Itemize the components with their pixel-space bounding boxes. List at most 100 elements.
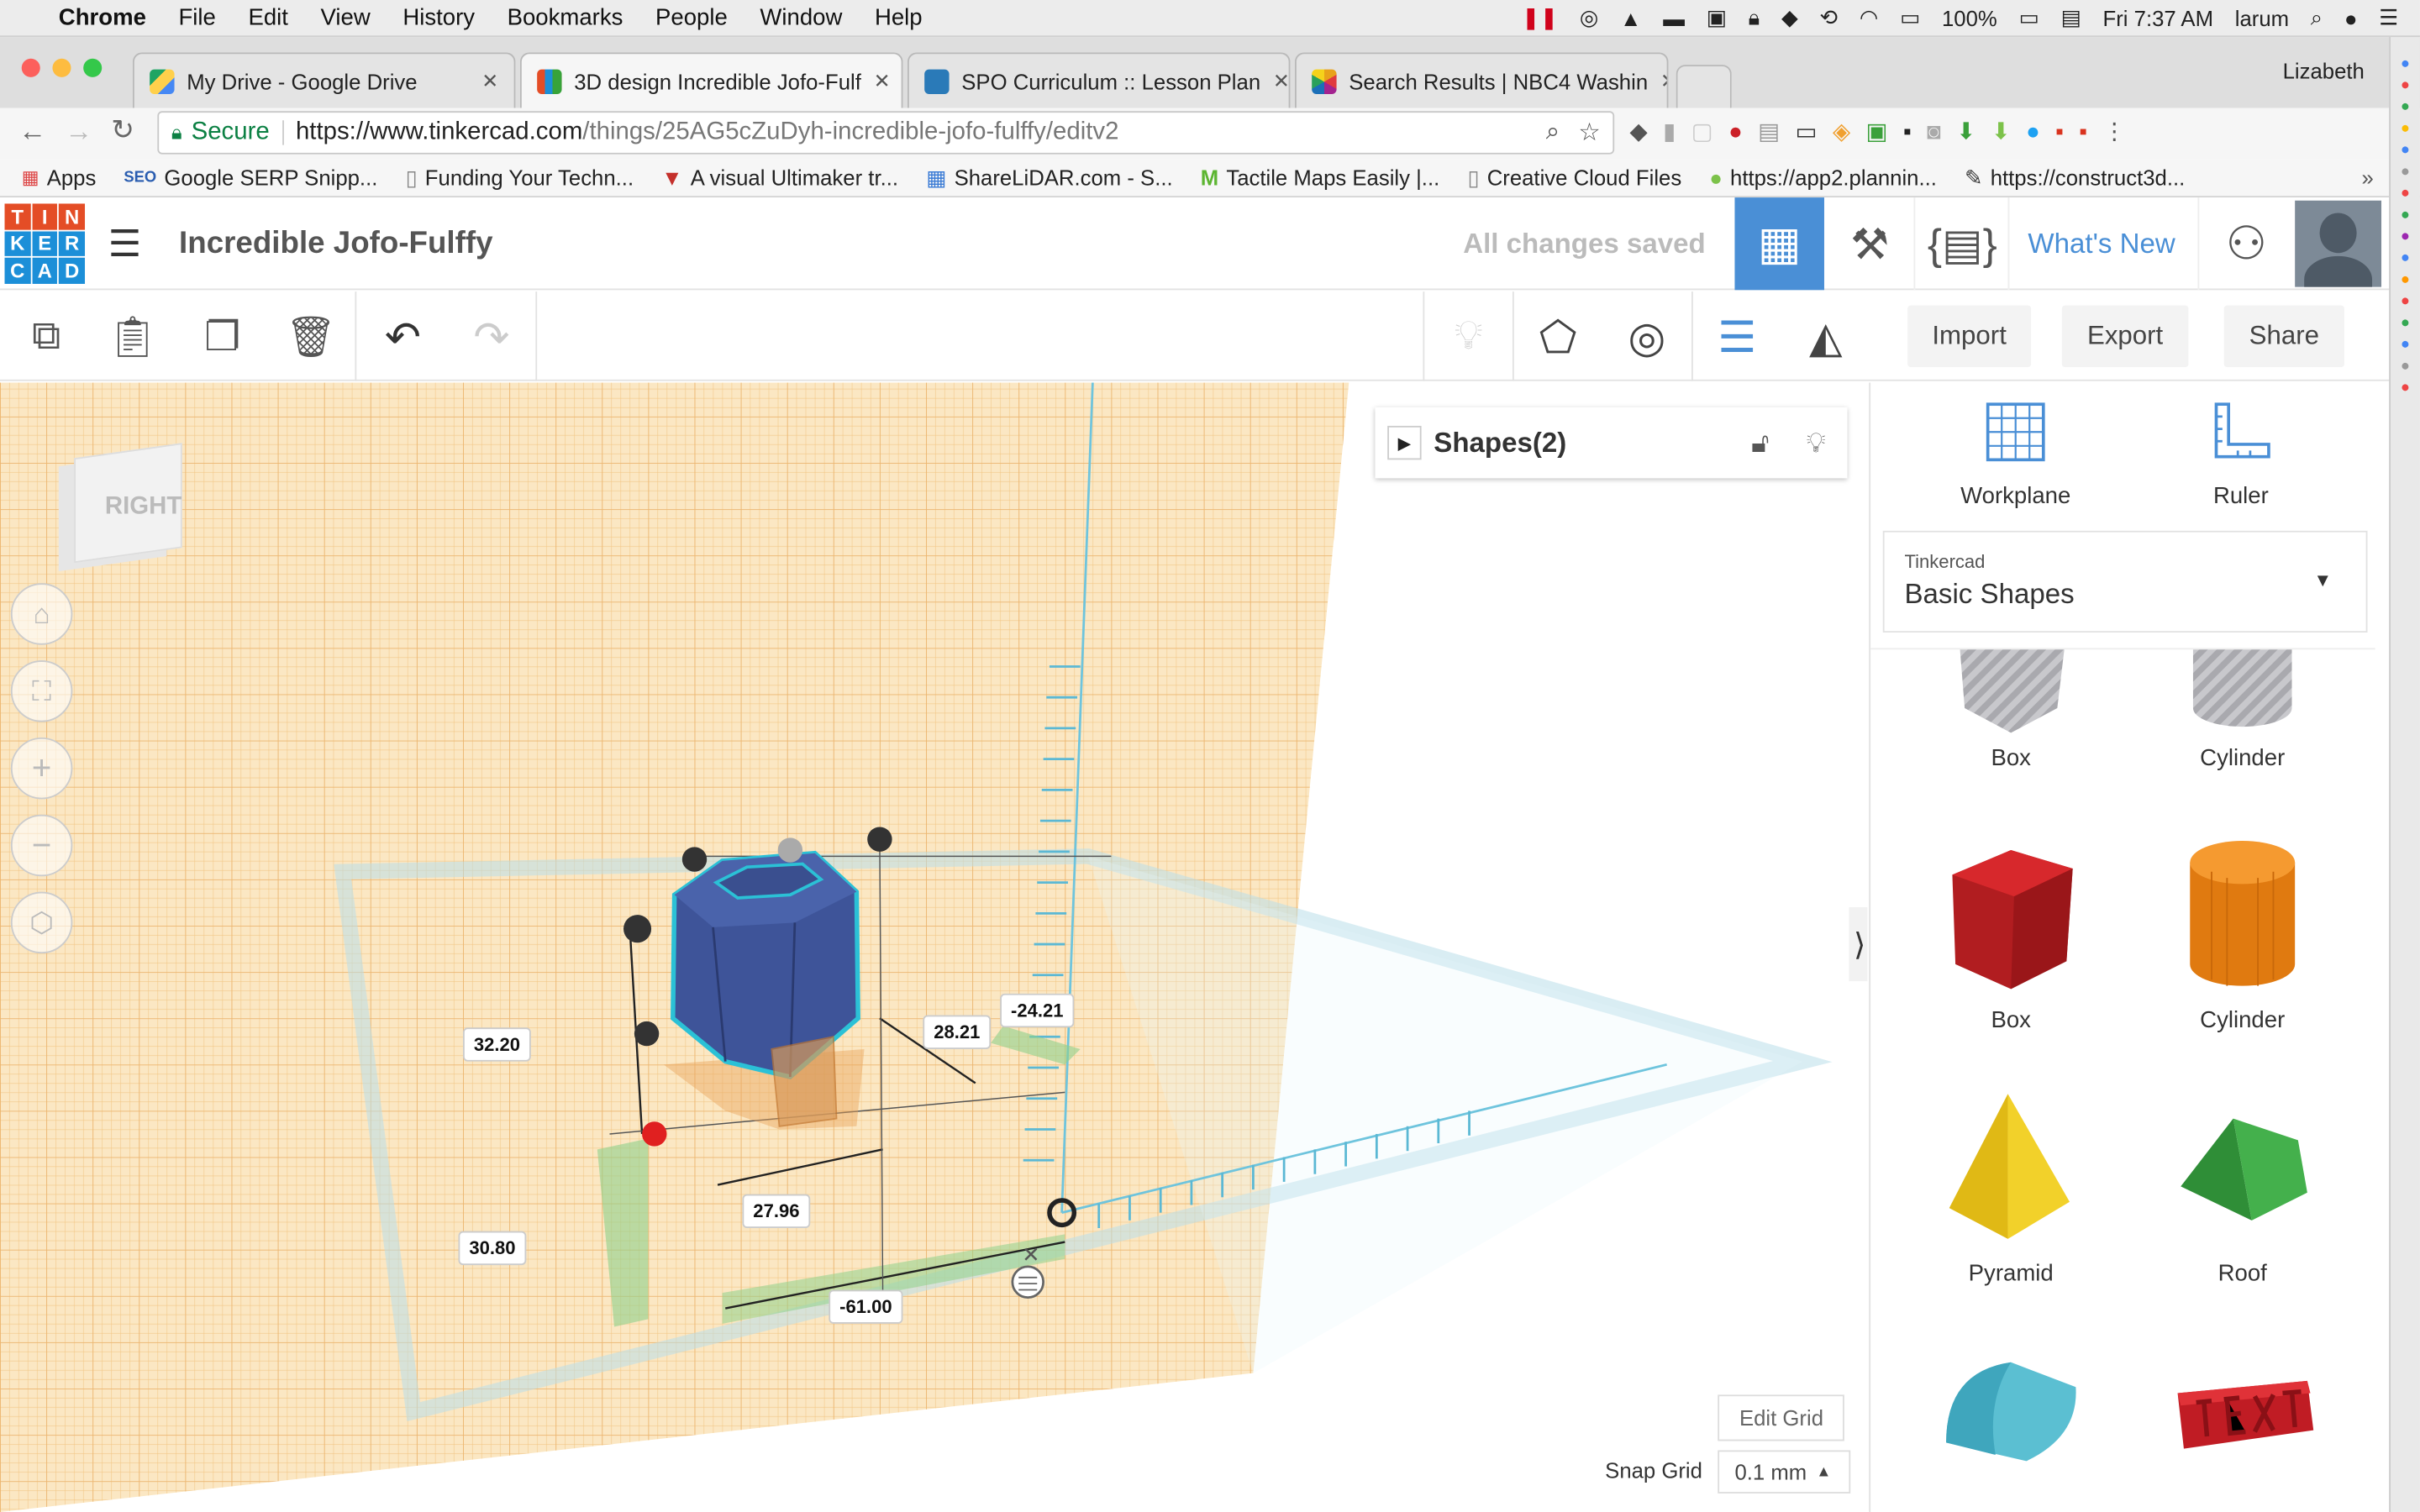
tab-google-drive[interactable]: My Drive - Google Drive ✕ [132, 52, 516, 108]
dock-app-icon[interactable]: ● [2401, 120, 2410, 137]
delete-button[interactable]: 🗑︎ [267, 291, 357, 381]
dimension-label-x-offset[interactable]: -61.00 [829, 1289, 903, 1324]
ext-icon[interactable]: ▮ [1663, 118, 1676, 144]
bricks-view-button[interactable]: ⚒ [1826, 197, 1916, 291]
bookmark-item[interactable]: ▯ Creative Cloud Files [1467, 165, 1681, 191]
shape-cylinder[interactable]: Cylinder [2127, 832, 2359, 1034]
menu-kebab-icon[interactable]: ⋮ [2102, 118, 2126, 144]
paste-button[interactable]: 📋︎ [90, 291, 176, 381]
shape-roof[interactable]: Roof [2127, 1084, 2359, 1287]
dock-app-icon[interactable]: ● [2401, 336, 2410, 353]
notifications-icon[interactable]: ☰ [2379, 5, 2398, 31]
evernote-ext-icon[interactable]: ◆ [1630, 118, 1648, 144]
forward-icon[interactable]: → [65, 116, 92, 149]
dock-app-icon[interactable]: ● [2401, 293, 2410, 310]
import-button[interactable]: Import [1898, 291, 2040, 381]
whats-new-link[interactable]: What's New [2028, 228, 2175, 261]
bookmark-item[interactable]: ● https://app2.plannin... [1709, 165, 1937, 190]
omnibox[interactable]: 🔒︎ Secure https://www.tinkercad.com /thi… [157, 111, 1615, 155]
snap-grid-select[interactable]: 0.1 mm ▲ [1718, 1450, 1851, 1494]
clock[interactable]: Fri 7:37 AM [2103, 5, 2213, 29]
bookmark-item[interactable]: ▼ A visual Ultimaker tr... [661, 165, 898, 190]
ext-icon[interactable]: ▭ [1796, 118, 1818, 144]
perspective-button[interactable]: ⬡ [10, 891, 73, 954]
ext-icon[interactable]: ⬇ [1991, 118, 2011, 144]
battery-mini-icon[interactable]: ▬ [1663, 5, 1685, 29]
bookmark-item[interactable]: ▦ ShareLiDAR.com - S... [926, 165, 1173, 191]
solid-button[interactable]: ⬠ [1512, 291, 1602, 381]
shape-text[interactable] [2127, 1341, 2359, 1470]
lightbulb-icon[interactable]: 💡︎ [1807, 427, 1826, 459]
dock-app-icon[interactable]: ● [2401, 271, 2410, 288]
dock-app-icon[interactable]: ● [2401, 164, 2410, 181]
close-tab-icon[interactable]: ✕ [874, 69, 891, 93]
bookmark-star-icon[interactable]: ☆ [1578, 118, 1600, 149]
tab-nbc4[interactable]: Search Results | NBC4 Washin ✕ [1294, 52, 1669, 108]
panel-collapse-button[interactable]: ⟩ [1849, 906, 1868, 982]
evernote-icon[interactable]: ◆ [1781, 5, 1798, 31]
edit-grid-button[interactable]: Edit Grid [1718, 1394, 1845, 1441]
shape-round-roof[interactable] [1895, 1341, 2127, 1470]
menu-view[interactable]: View [321, 5, 371, 31]
menu-people[interactable]: People [655, 5, 728, 31]
menu-edit[interactable]: Edit [248, 5, 287, 31]
reload-icon[interactable]: ↻ [111, 114, 134, 147]
zoom-out-button[interactable]: − [10, 814, 73, 877]
spotlight-icon[interactable]: ⌕ [2311, 5, 2323, 31]
user-name[interactable]: larum [2235, 5, 2289, 29]
shape-pyramid[interactable]: Pyramid [1895, 1084, 2127, 1287]
acrobat-ext-icon[interactable]: ▪ [2079, 118, 2087, 144]
profile-name[interactable]: Lizabeth [2283, 59, 2365, 83]
back-icon[interactable]: ← [18, 116, 46, 149]
menu-bookmarks[interactable]: Bookmarks [508, 5, 623, 31]
ext-icon[interactable]: ▢ [1691, 118, 1713, 144]
download-ext-icon[interactable]: ⬇ [1956, 118, 1975, 144]
close-tab-icon[interactable]: ✕ [481, 69, 498, 93]
flash-ext-icon[interactable]: ▪ [2055, 118, 2064, 144]
home-view-button[interactable]: ⌂ [10, 583, 73, 645]
dock-app-icon[interactable]: ● [2401, 358, 2410, 375]
new-tab-button[interactable] [1676, 65, 1732, 108]
bookmark-item[interactable]: ✎ https://construct3d... [1965, 165, 2185, 191]
tab-tinkercad[interactable]: 3D design Incredible Jofo-Fulf ✕ [519, 52, 903, 108]
bookmark-item[interactable]: M Tactile Maps Easily |... [1201, 165, 1440, 190]
menu-file[interactable]: File [178, 5, 215, 31]
menu-history[interactable]: History [402, 5, 475, 31]
dock-app-icon[interactable]: ● [2401, 55, 2410, 72]
workplane-canvas[interactable]: ✕ [0, 382, 1867, 1512]
bookmark-item[interactable]: SEO Google SERP Snipp... [124, 165, 377, 190]
airplay-icon[interactable]: ▭ [1900, 5, 1920, 31]
redo-button[interactable]: ↷ [448, 291, 538, 381]
pinterest-ext-icon[interactable]: ● [1728, 118, 1743, 144]
bookmark-apps[interactable]: ▦ Apps [22, 165, 97, 190]
menu-window[interactable]: Window [760, 5, 842, 31]
ruler-tool[interactable]: Ruler [2149, 398, 2333, 509]
avatar[interactable] [2295, 200, 2382, 287]
maximize-window-button[interactable] [83, 58, 103, 77]
align-button[interactable]: ☰ [1691, 291, 1781, 381]
camera-icon[interactable]: ▣ [1707, 5, 1727, 31]
menu-help[interactable]: Help [875, 5, 923, 31]
workplane-menu-icon[interactable] [1011, 1265, 1044, 1299]
dock-app-icon[interactable]: ● [2401, 250, 2410, 267]
ext-icon[interactable]: ◈ [1833, 118, 1850, 144]
dimension-label-width[interactable]: 27.96 [742, 1194, 811, 1229]
codeblocks-view-button[interactable]: {▤} [1917, 197, 2010, 291]
zoom-icon[interactable]: ⌕ [1546, 118, 1560, 146]
dock-app-icon[interactable]: ● [2401, 228, 2410, 245]
add-user-button[interactable]: ⚇ [2197, 197, 2293, 291]
dock-app-icon[interactable]: ● [2401, 315, 2410, 332]
3d-workplane-viewport[interactable]: ✕ RIGHT ⌂ ⛶ + − ⬡ 32.20 28.21 -24.21 30.… [0, 382, 1868, 1512]
close-window-button[interactable] [21, 58, 40, 77]
workplane-tool[interactable]: Workplane [1923, 398, 2108, 509]
mirror-button[interactable]: ◭ [1781, 291, 1871, 381]
cc-icon[interactable]: ◎ [1580, 5, 1598, 31]
tinkercad-logo[interactable]: T I N K E R C A D [4, 203, 86, 284]
tab-spo-curriculum[interactable]: SPO Curriculum :: Lesson Plan ✕ [907, 52, 1291, 108]
close-tool-icon[interactable]: ✕ [1022, 1242, 1040, 1268]
design-title[interactable]: Incredible Jofo-Fulffy [179, 227, 492, 262]
camera-ext-icon[interactable]: ◙ [1927, 118, 1941, 144]
library-select[interactable]: Tinkercad Basic Shapes ▼ [1882, 530, 2368, 633]
3d-view-button[interactable]: ▦ [1734, 197, 1824, 291]
fit-view-button[interactable]: ⛶ [10, 660, 73, 722]
